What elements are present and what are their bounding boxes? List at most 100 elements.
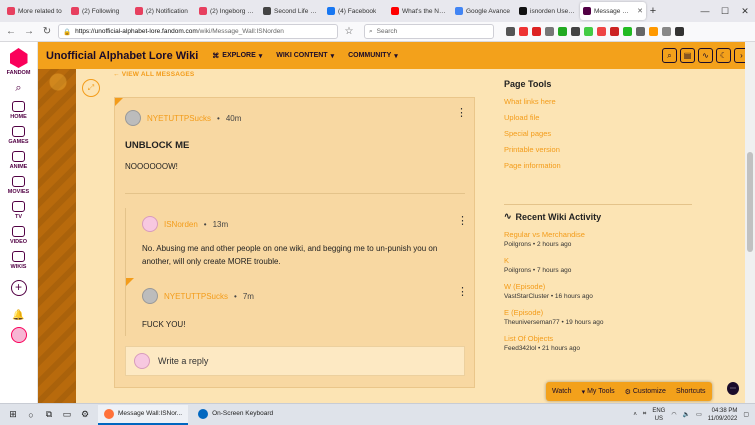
watch-button[interactable]: Watch: [552, 388, 572, 395]
extension-icon[interactable]: [558, 27, 567, 36]
language-indicator[interactable]: ENG US: [652, 407, 665, 423]
clock[interactable]: 04:38 PM 11/09/2022: [708, 407, 738, 423]
browser-search-field[interactable]: ⌕ Search: [364, 24, 494, 39]
browser-tab[interactable]: (4) Facebook: [324, 2, 386, 20]
expand-icon[interactable]: ⤢: [82, 79, 100, 97]
view-all-messages-link[interactable]: ← VIEW ALL MESSAGES: [113, 71, 194, 78]
close-window-icon[interactable]: ✕: [735, 6, 755, 17]
post-options-icon[interactable]: ⋮: [456, 108, 467, 119]
write-reply-field[interactable]: Write a reply: [125, 346, 465, 376]
browser-tab[interactable]: (2) Ingeborg Ne: [196, 2, 258, 20]
notifications-bell-icon[interactable]: 🔔: [12, 310, 24, 321]
rail-item-games[interactable]: GAMES: [8, 126, 29, 145]
tab-label: (2) Ingeborg Ne: [210, 7, 255, 15]
reply-options-icon[interactable]: ⋮: [457, 216, 468, 227]
volume-icon[interactable]: 🔈: [683, 411, 690, 418]
wifi-icon[interactable]: ◠: [671, 411, 676, 418]
scrollbar-thumb[interactable]: [747, 152, 753, 252]
avatar[interactable]: [142, 288, 158, 304]
wiki-nav-explore[interactable]: ⌘ EXPLORE ▾: [212, 52, 262, 60]
wiki-nav-wiki-content[interactable]: WIKI CONTENT ▾: [276, 52, 334, 60]
page-tool-link[interactable]: Special pages: [504, 129, 694, 138]
chevron-up-icon[interactable]: ˄: [633, 412, 637, 418]
my-tools-button[interactable]: ▾ My Tools: [582, 388, 615, 396]
windows-start-icon[interactable]: ⊞: [4, 406, 22, 424]
discussions-icon[interactable]: ▤: [680, 48, 695, 63]
close-tab-icon[interactable]: ✕: [637, 7, 643, 15]
extension-icon[interactable]: [532, 27, 541, 36]
shortcuts-button[interactable]: Shortcuts: [676, 388, 706, 395]
reply-author[interactable]: ISNorden: [164, 220, 198, 229]
bookmark-star-icon[interactable]: ☆: [342, 26, 356, 37]
avatar[interactable]: [125, 110, 141, 126]
reply-options-icon[interactable]: ⋮: [457, 287, 468, 298]
page-tool-link[interactable]: Upload file: [504, 113, 694, 122]
activity-title-link[interactable]: K: [504, 256, 694, 265]
create-plus-icon[interactable]: +: [10, 280, 27, 296]
user-avatar[interactable]: [10, 327, 27, 343]
rail-item-video[interactable]: VIDEO: [8, 226, 29, 245]
dark-mode-moon-icon[interactable]: ☾: [716, 48, 731, 63]
wiki-search-icon[interactable]: ⌕: [662, 48, 677, 63]
extension-icon[interactable]: [506, 27, 515, 36]
extension-icon[interactable]: [571, 27, 580, 36]
settings-gear-icon[interactable]: ⚙: [76, 406, 94, 424]
browser-tab[interactable]: Second Life Ma: [260, 2, 322, 20]
file-explorer-icon[interactable]: ▭: [58, 406, 76, 424]
browser-tab[interactable]: More related to: [4, 2, 66, 20]
reload-icon[interactable]: ↻: [40, 26, 54, 37]
customize-button[interactable]: ⚙ Customize: [625, 388, 666, 396]
network-icon[interactable]: ⌗: [643, 411, 646, 418]
rail-item-home[interactable]: HOME: [8, 101, 29, 120]
extension-icon[interactable]: [610, 27, 619, 36]
page-tool-link[interactable]: Printable version: [504, 145, 694, 154]
extension-icon[interactable]: [519, 27, 528, 36]
extension-icon[interactable]: [649, 27, 658, 36]
page-scrollbar[interactable]: [745, 42, 755, 403]
search-icon[interactable]: ⌕: [15, 82, 21, 95]
page-tool-link[interactable]: What links here: [504, 97, 694, 106]
browser-tab[interactable]: (2) Following: [68, 2, 130, 20]
menu-icon[interactable]: [675, 27, 684, 36]
browser-tab[interactable]: What's the New: [388, 2, 450, 20]
browser-tab[interactable]: Message Wall ✕: [580, 2, 646, 20]
search-icon[interactable]: ○: [22, 406, 40, 424]
post-author[interactable]: NYETUTTPSucks: [147, 114, 211, 123]
fandom-logo-icon[interactable]: [9, 48, 28, 68]
extension-icon[interactable]: [597, 27, 606, 36]
rail-item-movies[interactable]: MOVIES: [8, 176, 29, 195]
notifications-icon[interactable]: ▢: [743, 411, 749, 418]
new-tab-button[interactable]: +: [646, 5, 660, 17]
activity-icon[interactable]: ∿: [698, 48, 713, 63]
back-icon[interactable]: ←: [4, 26, 18, 37]
activity-title-link[interactable]: W (Episode): [504, 282, 694, 291]
reply-author[interactable]: NYETUTTPSucks: [164, 292, 228, 301]
browser-tab[interactable]: (2) Notification: [132, 2, 194, 20]
taskbar-app[interactable]: On-Screen Keyboard: [192, 405, 279, 425]
browser-tab[interactable]: isnorden User P: [516, 2, 578, 20]
page-tool-link[interactable]: Page information: [504, 161, 694, 170]
rail-item-tv[interactable]: TV: [8, 201, 29, 220]
more-options-icon[interactable]: ⋯: [727, 382, 739, 395]
wiki-nav-community[interactable]: COMMUNITY ▾: [348, 52, 398, 60]
url-bar[interactable]: 🔒 https://unofficial-alphabet-lore.fando…: [58, 24, 338, 39]
extension-icon[interactable]: [662, 27, 671, 36]
avatar[interactable]: [142, 216, 158, 232]
maximize-icon[interactable]: ☐: [715, 6, 735, 17]
forward-icon[interactable]: →: [22, 26, 36, 37]
extension-icon[interactable]: [623, 27, 632, 36]
extension-icon[interactable]: [584, 27, 593, 36]
rail-item-wikis[interactable]: WIKIS: [8, 251, 29, 270]
task-view-icon[interactable]: ⧉: [40, 406, 58, 424]
minimize-icon[interactable]: —: [695, 6, 715, 17]
activity-title-link[interactable]: List Of Objects: [504, 334, 694, 343]
taskbar-app[interactable]: Message Wall:ISNor...: [98, 404, 189, 425]
rail-item-anime[interactable]: ANIME: [8, 151, 29, 170]
extension-icon[interactable]: [636, 27, 645, 36]
activity-title-link[interactable]: E (Episode): [504, 308, 694, 317]
activity-title-link[interactable]: Regular vs Merchandise: [504, 230, 694, 239]
battery-icon[interactable]: ▭: [696, 411, 702, 418]
wiki-title[interactable]: Unofficial Alphabet Lore Wiki: [46, 50, 198, 62]
extension-icon[interactable]: [545, 27, 554, 36]
browser-tab[interactable]: Google Avance: [452, 2, 514, 20]
